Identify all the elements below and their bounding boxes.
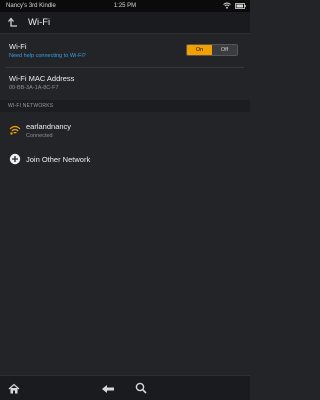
mac-address-label: Wi-Fi MAC Address xyxy=(9,74,75,83)
status-bar: Nancy's 3rd Kindle 1:25 PM xyxy=(0,0,250,12)
bottom-nav-bar xyxy=(0,375,250,400)
networks-section-title: WI-FI NETWORKS xyxy=(8,103,54,109)
home-icon[interactable] xyxy=(8,383,20,395)
page-header: Wi-Fi xyxy=(0,12,250,34)
wifi-label: Wi-Fi xyxy=(9,42,27,51)
wifi-toggle-off[interactable]: Off xyxy=(212,45,237,55)
add-circle-icon xyxy=(9,153,21,165)
wifi-toggle-on[interactable]: On xyxy=(187,45,212,55)
back-icon[interactable] xyxy=(7,17,19,29)
network-list-item[interactable]: earlandnancy Connected xyxy=(0,118,250,146)
divider xyxy=(6,67,244,68)
network-name: earlandnancy xyxy=(26,122,72,131)
network-status: Connected xyxy=(26,133,53,139)
page-title: Wi-Fi xyxy=(28,17,51,28)
wifi-signal-icon xyxy=(9,125,21,135)
back-arrow-icon[interactable] xyxy=(101,384,115,394)
battery-icon xyxy=(235,2,246,9)
networks-section-header: WI-FI NETWORKS xyxy=(0,100,250,112)
wifi-help-link[interactable]: Need help connecting to Wi-Fi? xyxy=(9,53,86,59)
join-other-network-label: Join Other Network xyxy=(26,155,91,164)
wifi-status-icon xyxy=(223,2,231,9)
mac-address-value: 00-BB-3A-1A-8C-F7 xyxy=(9,85,59,91)
wifi-setting-row: Wi-Fi Need help connecting to Wi-Fi? On … xyxy=(0,38,250,66)
join-other-network-row[interactable]: Join Other Network xyxy=(0,150,250,170)
mac-address-row: Wi-Fi MAC Address 00-BB-3A-1A-8C-F7 xyxy=(0,70,250,98)
search-icon[interactable] xyxy=(135,382,147,394)
wifi-toggle[interactable]: On Off xyxy=(186,44,238,56)
status-time: 1:25 PM xyxy=(113,2,137,9)
status-icons xyxy=(223,2,246,9)
